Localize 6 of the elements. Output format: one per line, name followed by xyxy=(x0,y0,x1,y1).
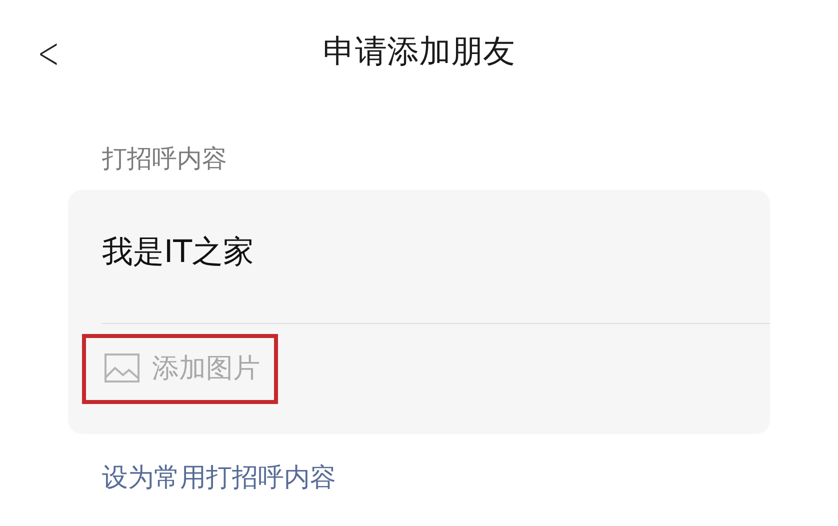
back-button[interactable]: < xyxy=(37,28,60,79)
set-default-link[interactable]: 设为常用打招呼内容 xyxy=(102,460,838,495)
message-field[interactable]: 我是IT之家 xyxy=(68,190,770,282)
page-title: 申请添加朋友 xyxy=(323,31,515,72)
image-icon xyxy=(104,353,140,383)
section-label: 打招呼内容 xyxy=(102,143,228,175)
